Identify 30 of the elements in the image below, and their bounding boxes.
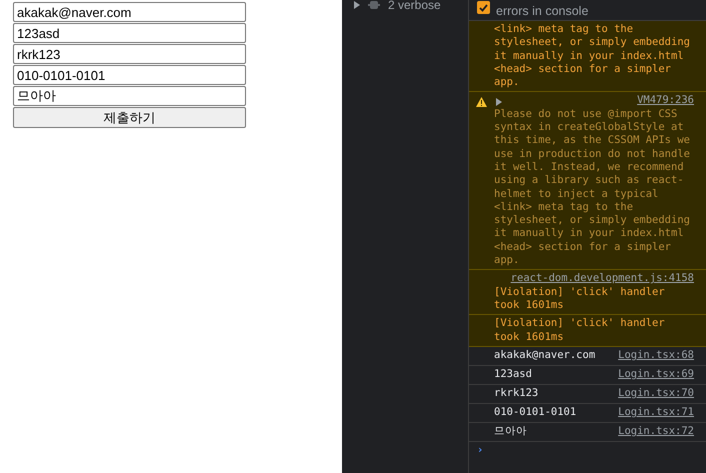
message-text: [Violation] 'click' handler took 1601ms bbox=[494, 317, 666, 344]
log-text: 므아아 bbox=[494, 425, 527, 438]
input-field[interactable]: 123asd bbox=[13, 23, 246, 43]
submit-button[interactable]: 제출하기 bbox=[13, 107, 246, 128]
source-link[interactable]: Login.tsx:68 bbox=[618, 349, 694, 362]
input-field[interactable]: akakak@naver.com bbox=[13, 2, 246, 22]
input-field[interactable]: 010-0101-0101 bbox=[13, 65, 246, 85]
source-link[interactable]: react-dom.development.js:4158 bbox=[510, 272, 694, 286]
log-text: 123asd bbox=[494, 368, 532, 382]
log-text: akakak@naver.com bbox=[494, 349, 596, 362]
source-link[interactable]: Login.tsx:69 bbox=[618, 368, 694, 382]
checkbox[interactable] bbox=[477, 1, 490, 14]
log-text: rkrk123 bbox=[494, 387, 538, 400]
message-text: <link> meta tag to the stylesheet, or simply embedding it manually in your index.html <head> section for a simpler app. bbox=[494, 23, 691, 90]
checkmark-icon bbox=[479, 4, 488, 12]
message-text: Please do not use @import CSS syntax in createGlobalStyle at this time, as the CSSOM APIs we use in production do not handle it well. Instead, we recommend using a library such as react- helmet to inject a typical <link> meta tag to the stylesheet, or simply embedding it manually in your index.html <head> section for a simpler app. bbox=[494, 108, 691, 268]
input-field[interactable]: rkrk123 bbox=[13, 44, 246, 64]
input-field[interactable]: 므아아 bbox=[13, 86, 246, 106]
checkbox-label: errors in console bbox=[496, 4, 588, 18]
source-link[interactable]: Login.tsx:72 bbox=[618, 425, 694, 438]
sidebar-item[interactable]: 2 verbose bbox=[354, 0, 468, 12]
expand-triangle-icon bbox=[354, 1, 360, 9]
source-link[interactable]: Login.tsx:71 bbox=[618, 406, 694, 420]
log-text: 010-0101-0101 bbox=[494, 406, 576, 420]
message-text: [Violation] 'click' handler took 1601ms bbox=[494, 286, 666, 312]
console-prompt[interactable]: › bbox=[477, 444, 484, 456]
warning-icon bbox=[476, 97, 487, 108]
source-link[interactable]: VM479:236 bbox=[637, 94, 694, 108]
expand-triangle-icon[interactable] bbox=[496, 98, 502, 106]
source-link[interactable]: Login.tsx:70 bbox=[618, 387, 694, 400]
